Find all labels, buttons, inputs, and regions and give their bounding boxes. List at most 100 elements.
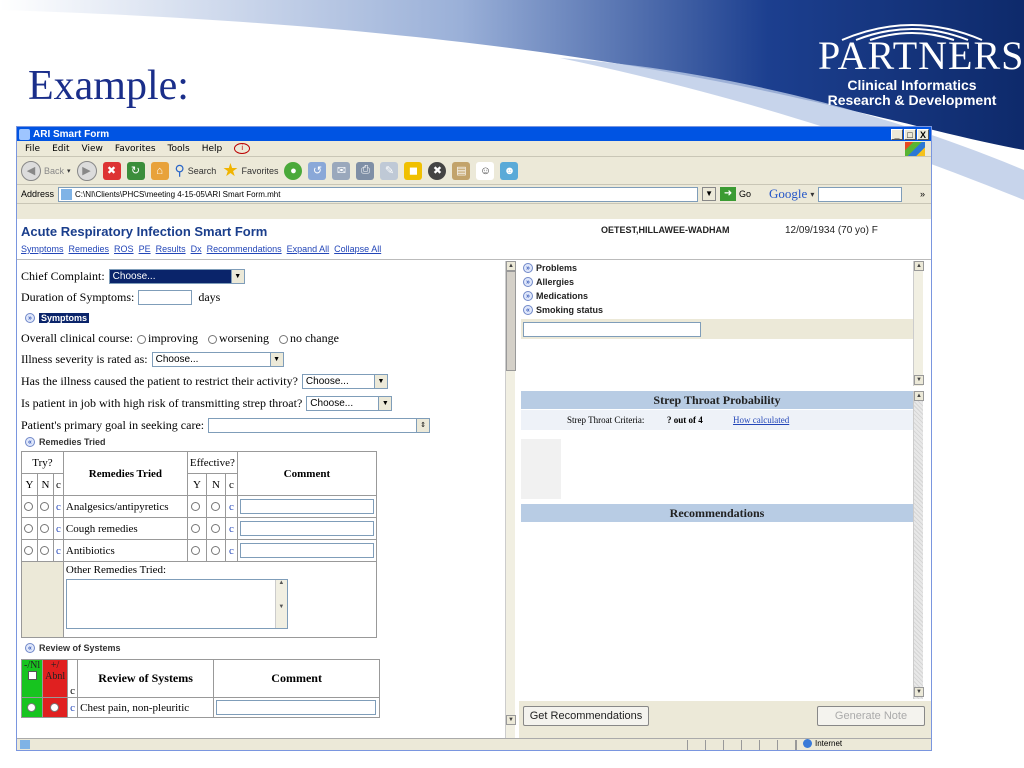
list-item[interactable]: » Allergies xyxy=(523,275,603,289)
scroll-down-icon[interactable]: ▼ xyxy=(914,687,924,697)
favorites-button[interactable]: ★ Favorites xyxy=(222,160,278,181)
try-clear-link[interactable]: c xyxy=(53,495,64,518)
eff-y-radio[interactable] xyxy=(191,546,201,556)
try-y-radio[interactable] xyxy=(24,546,33,556)
google-toolbar-button[interactable]: Google ▾ xyxy=(769,186,814,202)
scroll-down-icon[interactable]: ▼ xyxy=(914,375,924,385)
scroll-up-icon[interactable]: ▲ xyxy=(914,391,924,401)
nav-link-expand-all[interactable]: Expand All xyxy=(287,244,330,254)
ros-nl-radio[interactable] xyxy=(26,703,36,713)
eff-clear-link[interactable]: c xyxy=(225,495,238,518)
eff-y-radio[interactable] xyxy=(191,502,201,512)
course-no-change-radio[interactable]: no change xyxy=(278,331,339,346)
eff-clear-link[interactable]: c xyxy=(225,539,238,562)
edit-icon[interactable]: ✎ xyxy=(380,161,399,180)
menu-tools[interactable]: Tools xyxy=(168,144,190,154)
nav-link-recommendations[interactable]: Recommendations xyxy=(207,244,282,254)
severity-select[interactable]: Choose... ▼ xyxy=(151,352,284,367)
ros-clear-link[interactable]: c xyxy=(67,697,79,718)
try-clear-link[interactable]: c xyxy=(53,517,64,540)
remedy-comment-input[interactable] xyxy=(239,543,374,558)
eff-n-radio[interactable] xyxy=(210,546,220,556)
chevron-right-icon[interactable]: » xyxy=(920,189,925,199)
nav-link-symptoms[interactable]: Symptoms xyxy=(21,244,64,254)
symptoms-section-header[interactable]: » Symptoms xyxy=(25,313,90,323)
nl-checkbox[interactable] xyxy=(27,671,37,680)
try-y-radio[interactable] xyxy=(24,502,33,512)
stop-icon[interactable]: ✖ xyxy=(102,161,121,180)
media-icon[interactable]: ● xyxy=(284,161,303,180)
remedies-section-header[interactable]: « Remedies Tried xyxy=(25,437,106,447)
goal-select[interactable]: ⇕ xyxy=(208,418,431,433)
users-icon[interactable]: ☻ xyxy=(500,161,519,180)
forward-button[interactable]: ▶ xyxy=(76,160,97,181)
menu-edit[interactable]: Edit xyxy=(52,144,69,154)
messenger-icon[interactable]: ☺ xyxy=(476,161,495,180)
remedy-comment-input[interactable] xyxy=(239,499,374,514)
help-icon[interactable]: i xyxy=(234,143,251,154)
generate-note-button[interactable]: Generate Note xyxy=(817,706,925,726)
try-n-radio[interactable] xyxy=(40,524,49,534)
scroll-thumb[interactable] xyxy=(506,271,516,371)
close-button[interactable]: X xyxy=(917,128,929,140)
eff-clear-link[interactable]: c xyxy=(225,517,238,540)
nav-link-remedies[interactable]: Remedies xyxy=(69,244,110,254)
home-icon[interactable]: ⌂ xyxy=(150,161,169,180)
chief-complaint-select[interactable]: Choose... ▼ xyxy=(108,269,245,284)
nav-link-ros[interactable]: ROS xyxy=(114,244,134,254)
back-button[interactable]: ◀ Back ▾ xyxy=(21,160,71,181)
go-button[interactable]: ➜ Go xyxy=(720,187,751,201)
eff-n-radio[interactable] xyxy=(210,502,220,512)
nav-link-dx[interactable]: Dx xyxy=(191,244,202,254)
restrict-activity-select[interactable]: Choose... ▼ xyxy=(301,374,388,389)
refresh-icon[interactable]: ↻ xyxy=(126,161,145,180)
scroll-up-icon[interactable]: ▲ xyxy=(506,261,516,271)
menu-help[interactable]: Help xyxy=(202,144,223,154)
eff-y-radio[interactable] xyxy=(191,524,201,534)
eff-n-radio[interactable] xyxy=(210,524,220,534)
try-clear-link[interactable]: c xyxy=(53,539,64,562)
duration-input[interactable] xyxy=(138,290,193,305)
research-icon[interactable]: ▤ xyxy=(452,161,471,180)
scroll-up-icon[interactable]: ▲ xyxy=(914,261,924,271)
list-item[interactable]: » Medications xyxy=(523,289,603,303)
textarea-scrollbar[interactable]: ▲ ▼ xyxy=(274,580,287,628)
ros-comment-input[interactable] xyxy=(216,700,377,715)
nav-link-collapse-all[interactable]: Collapse All xyxy=(334,244,381,254)
history-icon[interactable]: ↺ xyxy=(308,161,327,180)
scroll-down-icon[interactable]: ▼ xyxy=(506,715,516,725)
window-titlebar[interactable]: ARI Smart Form _ □ X xyxy=(17,127,931,141)
mail-icon[interactable]: ✉ xyxy=(332,161,351,180)
google-search-input[interactable] xyxy=(818,186,903,202)
x-icon[interactable]: ✖ xyxy=(428,161,447,180)
other-remedies-textarea[interactable]: ▲ ▼ xyxy=(65,579,288,629)
info-pane-scrollbar[interactable]: ▲ ▼ xyxy=(913,261,924,386)
search-button[interactable]: ⚲ Search xyxy=(175,162,217,179)
list-item[interactable]: » Problems xyxy=(523,261,603,275)
left-pane-scrollbar[interactable]: ▲ ▼ xyxy=(505,261,516,738)
strep-job-select[interactable]: Choose... ▼ xyxy=(306,396,393,411)
ros-section-header[interactable]: « Review of Systems xyxy=(25,643,121,653)
ros-abnl-radio[interactable] xyxy=(49,703,59,713)
nav-link-results[interactable]: Results xyxy=(156,244,186,254)
menu-file[interactable]: File xyxy=(25,144,40,154)
address-input[interactable]: C:\NI\Clients\PHCS\meeting 4-15-05\ARI S… xyxy=(58,186,699,202)
menu-view[interactable]: View xyxy=(82,144,103,154)
remedy-comment-input[interactable] xyxy=(239,521,374,536)
recommendations-scrollbar[interactable]: ▲ ▼ xyxy=(913,391,924,699)
address-dropdown-button[interactable]: ▼ xyxy=(702,187,717,201)
folder-icon[interactable]: ◼ xyxy=(404,161,423,180)
print-icon[interactable]: ⎙ xyxy=(356,161,375,180)
menu-favorites[interactable]: Favorites xyxy=(115,144,156,154)
nav-link-pe[interactable]: PE xyxy=(139,244,151,254)
minimize-button[interactable]: _ xyxy=(891,128,903,140)
get-recommendations-button[interactable]: Get Recommendations xyxy=(523,706,649,726)
try-y-radio[interactable] xyxy=(24,524,33,534)
how-calculated-link[interactable]: How calculated xyxy=(733,410,789,430)
try-n-radio[interactable] xyxy=(40,502,49,512)
list-item[interactable]: «Smoking status xyxy=(523,303,603,317)
course-worsening-radio[interactable]: worsening xyxy=(207,331,269,346)
smoking-status-input[interactable] xyxy=(523,322,701,337)
course-improving-radio[interactable]: improving xyxy=(136,331,198,346)
try-n-radio[interactable] xyxy=(40,546,49,556)
